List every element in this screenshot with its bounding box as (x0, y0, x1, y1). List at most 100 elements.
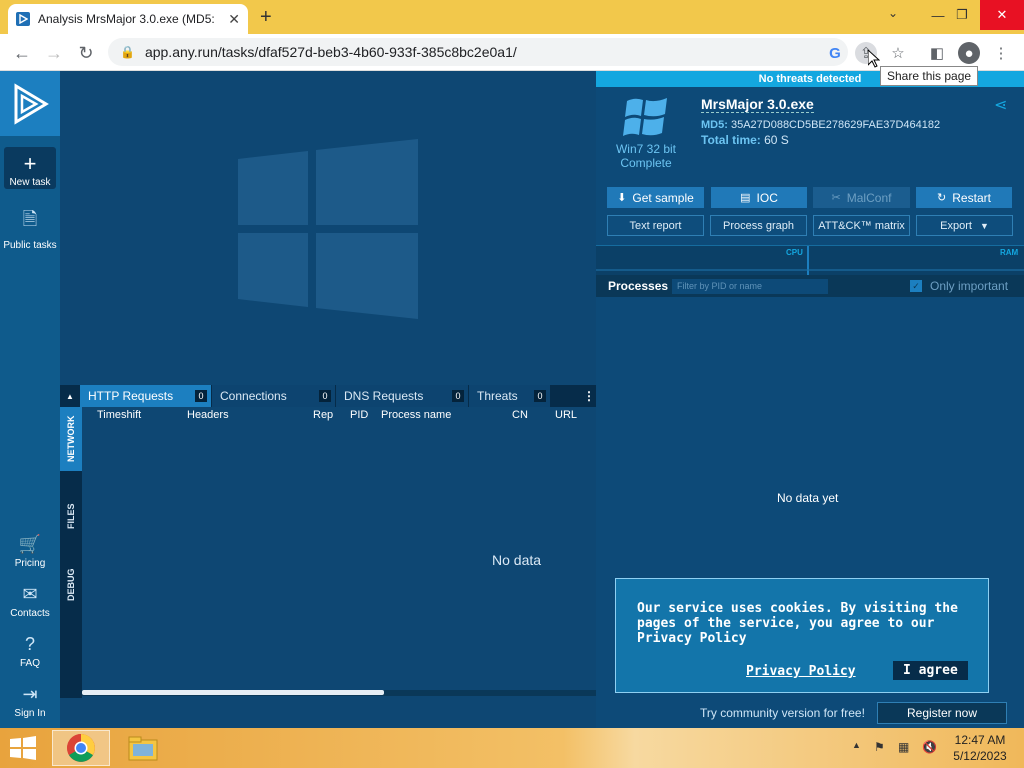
browser-tab[interactable]: Analysis MrsMajor 3.0.exe (MD5: ✕ (8, 4, 248, 34)
ioc-button[interactable]: ▤ IOC (711, 187, 807, 208)
menu-kebab-icon[interactable]: ⋮ (990, 42, 1012, 64)
export-label: Export (940, 219, 972, 232)
tab-count: 0 (319, 390, 331, 402)
faq-button[interactable]: ? FAQ (0, 634, 60, 669)
mouse-cursor-icon (867, 48, 881, 73)
privacy-policy-link[interactable]: Privacy Policy (746, 664, 856, 679)
column-rep[interactable]: Rep (313, 409, 333, 421)
reload-icon[interactable]: ↻ (74, 41, 98, 65)
collapse-panel-icon[interactable]: ▲ (60, 385, 80, 407)
right-footer: Try community version for free! Register… (596, 698, 1024, 728)
text-report-button[interactable]: Text report (607, 215, 704, 236)
profile-avatar-icon[interactable]: ● (958, 42, 980, 64)
app-sidebar: + New task 🗎 Public tasks 🛒 Pricing ✉ Co… (0, 71, 60, 728)
back-icon[interactable]: ← (10, 41, 34, 65)
scrollbar-thumb[interactable] (82, 690, 384, 695)
tab-threats[interactable]: Threats 0 (469, 385, 551, 407)
cookie-banner: Our service uses cookies. By visiting th… (615, 578, 989, 693)
windows-taskbar: ▲ ⚑ ▦ 🔇 12:47 AM 5/12/2023 (0, 728, 1024, 768)
tab-dns-requests[interactable]: DNS Requests 0 (336, 385, 469, 407)
total-time-label: Total time: (701, 133, 761, 147)
url-text: app.any.run/tasks/dfaf527d-beb3-4b60-933… (144, 44, 517, 60)
cookie-message: Our service uses cookies. By visiting th… (637, 601, 958, 646)
file-name[interactable]: MrsMajor 3.0.exe (701, 96, 814, 113)
export-button[interactable]: Export ▼ (916, 215, 1013, 236)
tab-close-icon[interactable]: ✕ (228, 11, 240, 28)
vtab-debug[interactable]: DEBUG (60, 553, 82, 617)
document-icon: 🗎 (22, 209, 38, 229)
tab-label: Connections (220, 389, 287, 403)
cpu-label: CPU (786, 248, 803, 257)
vtab-network[interactable]: NETWORK (60, 407, 82, 471)
restart-button[interactable]: ↻ Restart (916, 187, 1012, 208)
new-task-button[interactable]: + New task (4, 147, 56, 189)
tray-expand-icon[interactable]: ▲ (852, 740, 861, 750)
processes-header: Processes Filter by PID or name ✓ Only i… (596, 275, 1024, 297)
md5-hash: MD5: 35A27D088CD5BE278629FAE37D464182 (701, 119, 940, 131)
tab-count: 0 (452, 390, 464, 402)
more-options-icon[interactable]: ⋮ (582, 385, 596, 407)
tab-label: Threats (477, 389, 518, 403)
new-tab-icon[interactable]: + (260, 6, 272, 29)
column-headers[interactable]: Headers (187, 409, 229, 421)
column-process-name[interactable]: Process name (381, 409, 451, 421)
explorer-taskbar-button[interactable] (114, 730, 172, 766)
contacts-label: Contacts (10, 608, 50, 619)
tab-connections[interactable]: Connections 0 (212, 385, 336, 407)
get-sample-button[interactable]: ⬇ Get sample (607, 187, 704, 208)
tab-title: Analysis MrsMajor 3.0.exe (MD5: (38, 12, 215, 26)
plus-icon: + (23, 151, 37, 176)
address-bar[interactable]: 🔒 app.any.run/tasks/dfaf527d-beb3-4b60-9… (108, 38, 848, 66)
column-pid[interactable]: PID (350, 409, 368, 421)
agree-button[interactable]: I agree (893, 661, 968, 680)
sign-in-button[interactable]: ⇥ Sign In (0, 684, 60, 719)
cart-icon: 🛒 (18, 534, 42, 554)
action-center-flag-icon[interactable]: ⚑ (874, 740, 885, 754)
tab-http-requests[interactable]: HTTP Requests 0 (80, 385, 212, 407)
sign-in-label: Sign In (14, 708, 46, 719)
register-button[interactable]: Register now (877, 702, 1007, 724)
chrome-taskbar-button[interactable] (52, 730, 110, 766)
envelope-icon: ✉ (22, 584, 38, 604)
restore-icon[interactable]: ❐ (944, 0, 980, 30)
side-panel-icon[interactable]: ◧ (926, 42, 948, 64)
start-button-icon[interactable] (8, 736, 38, 760)
column-timeshift[interactable]: Timeshift (97, 409, 141, 421)
process-graph-button[interactable]: Process graph (710, 215, 807, 236)
sign-in-icon: ⇥ (22, 684, 38, 704)
malconf-button[interactable]: ✂ MalConf (813, 187, 910, 208)
volume-muted-icon[interactable]: 🔇 (922, 740, 937, 754)
window-close-icon[interactable]: ✕ (980, 0, 1024, 30)
os-name: Win7 32 bit (615, 142, 677, 156)
system-clock[interactable]: 12:47 AM 5/12/2023 (944, 732, 1016, 764)
restart-label: Restart (952, 190, 991, 205)
network-tabs: ▲ HTTP Requests 0 Connections 0 DNS Requ… (60, 385, 596, 407)
total-time-value: 60 S (764, 133, 789, 147)
vtab-files[interactable]: FILES (60, 491, 82, 541)
tab-search-chevron-icon[interactable]: ⌄ (888, 6, 898, 20)
get-sample-label: Get sample (632, 190, 694, 205)
pricing-button[interactable]: 🛒 Pricing (0, 534, 60, 569)
vm-screen[interactable] (60, 71, 596, 385)
contacts-button[interactable]: ✉ Contacts (0, 584, 60, 619)
anyrun-logo[interactable] (0, 71, 60, 136)
column-url[interactable]: URL (555, 409, 577, 421)
share-network-icon[interactable]: ⋖ (994, 95, 1007, 115)
process-filter-input[interactable]: Filter by PID or name (672, 279, 828, 294)
processes-empty-state: No data yet (777, 491, 839, 505)
tools-icon: ✂ (831, 192, 841, 204)
windows7-logo-icon (623, 98, 667, 136)
network-tray-icon[interactable]: ▦ (898, 740, 909, 754)
only-important-toggle[interactable]: ✓ Only important (910, 279, 1008, 293)
column-cn[interactable]: CN (512, 409, 528, 421)
public-tasks-button[interactable]: 🗎 Public tasks (0, 207, 60, 251)
checkbox-icon[interactable]: ✓ (910, 280, 922, 292)
horizontal-scrollbar[interactable] (82, 690, 596, 696)
os-info: Win7 32 bit Complete (610, 95, 682, 170)
bookmark-star-icon[interactable]: ☆ (887, 42, 909, 64)
google-icon[interactable]: G (824, 42, 846, 64)
attck-matrix-button[interactable]: ATT&CK™ matrix (813, 215, 910, 236)
malconf-label: MalConf (846, 190, 892, 205)
forward-icon[interactable]: → (42, 41, 66, 65)
clock-date: 5/12/2023 (953, 749, 1007, 763)
